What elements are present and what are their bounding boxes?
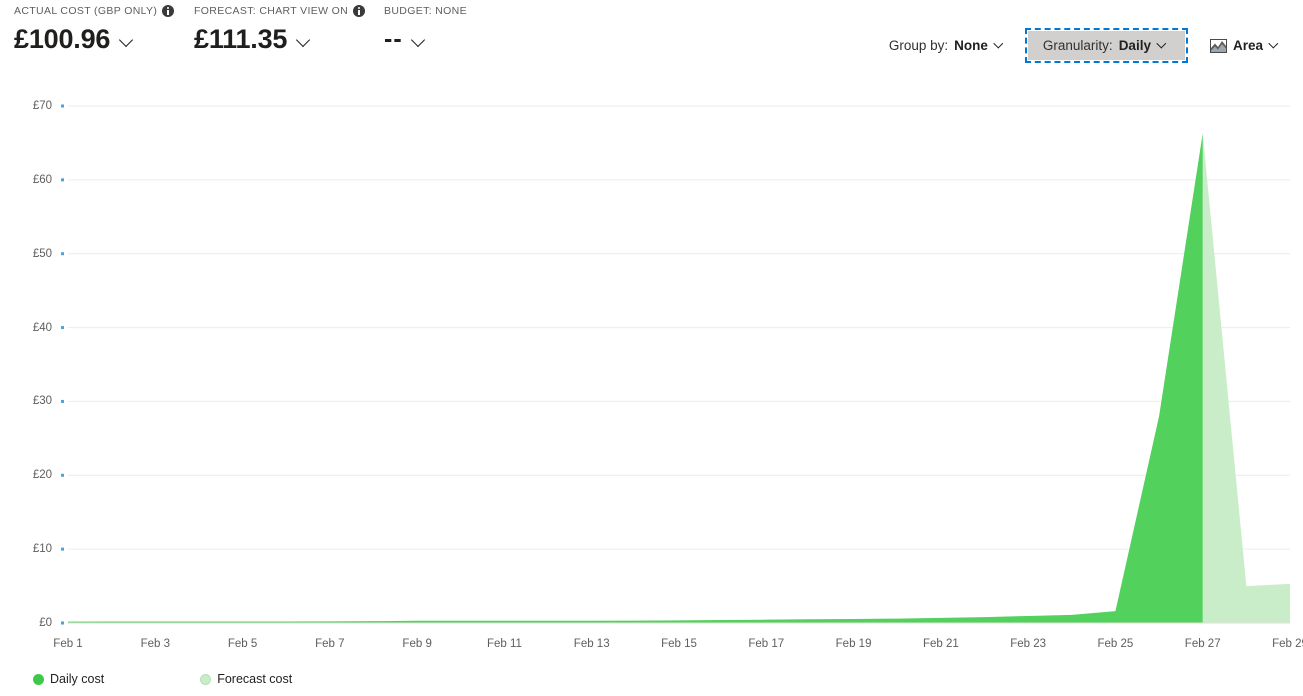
- x-axis-tick-label: Feb 15: [661, 638, 697, 650]
- y-axis-tick-label: £30: [32, 395, 52, 408]
- metric-actual-cost-value: £100.96: [14, 24, 111, 54]
- x-axis-tick-label: Feb 5: [227, 638, 258, 650]
- chart-type-value: Area: [1232, 38, 1263, 53]
- cost-chart: £0 £10 £20 £30 £40 £50 £60 £70 Feb 1 Feb 3 Feb 5 F…: [0, 72, 1303, 696]
- x-axis-tick-label: Feb 3: [140, 638, 170, 650]
- group-by-dropdown[interactable]: Group by: None: [880, 31, 1016, 60]
- chart-plot-area[interactable]: [0, 72, 1303, 652]
- chevron-down-icon[interactable]: [119, 33, 132, 46]
- chevron-down-icon: [1269, 39, 1282, 52]
- y-axis-tick-label: £40: [32, 321, 52, 334]
- x-axis-tick-label: Feb 23: [1010, 638, 1047, 650]
- metric-forecast-cost: FORECAST: CHART VIEW ON £111.35: [194, 4, 384, 55]
- metric-actual-cost-label: ACTUAL COST (GBP ONLY): [14, 4, 194, 18]
- y-axis-tick-label: £10: [32, 543, 52, 556]
- group-by-value: None: [954, 38, 988, 53]
- legend-item-forecast-cost[interactable]: Forecast cost: [200, 672, 292, 687]
- granularity-dropdown[interactable]: Granularity: Daily: [1024, 28, 1188, 63]
- x-axis-tick-label: Feb 7: [315, 638, 345, 650]
- legend-label-forecast-cost: Forecast cost: [217, 672, 293, 686]
- chart-gridlines: [68, 105, 1290, 624]
- metric-budget-label: BUDGET: NONE: [384, 4, 524, 18]
- y-axis-tick-label: £0: [39, 617, 52, 629]
- cost-analysis-header: ACTUAL COST (GBP ONLY) £100.96 FORECAST:…: [0, 0, 1303, 72]
- x-axis-tick-label: Feb 9: [402, 638, 432, 650]
- metric-actual-cost-label-text: ACTUAL COST (GBP ONLY): [14, 5, 158, 17]
- chart-controls: Group by: None Granularity: Daily Area: [880, 28, 1291, 63]
- metric-forecast-cost-value: £111.35: [194, 24, 288, 54]
- y-axis-tick-label: £50: [32, 247, 52, 260]
- chart-legend: Daily cost Forecast cost: [33, 672, 292, 687]
- x-axis-tick-label: Feb 29: [1272, 638, 1303, 650]
- x-axis-tick-label: Feb 19: [835, 638, 872, 650]
- metric-budget: BUDGET: NONE --: [384, 4, 524, 55]
- legend-swatch-daily-cost: [33, 674, 44, 685]
- x-axis-tick-label: Feb 21: [922, 638, 959, 650]
- chart-type-dropdown[interactable]: Area: [1201, 31, 1291, 60]
- y-axis-tick-label: £70: [32, 100, 52, 112]
- x-axis-tick-label: Feb 13: [573, 638, 610, 650]
- chart-axis-ticks: [61, 104, 64, 625]
- metric-forecast-cost-label-text: FORECAST: CHART VIEW ON: [194, 5, 349, 17]
- x-axis-tick-label: Feb 1: [53, 638, 83, 650]
- x-axis-tick-label: Feb 11: [486, 638, 522, 650]
- metric-budget-value: --: [384, 25, 403, 53]
- granularity-prefix: Granularity:: [1042, 38, 1113, 53]
- x-axis-tick-label: Feb 25: [1097, 638, 1134, 650]
- chevron-down-icon[interactable]: [296, 33, 309, 46]
- summary-metrics: ACTUAL COST (GBP ONLY) £100.96 FORECAST:…: [14, 4, 524, 55]
- group-by-prefix: Group by:: [888, 38, 949, 53]
- metric-budget-label-text: BUDGET: NONE: [384, 5, 467, 17]
- area-chart-icon: [1209, 38, 1227, 53]
- chevron-down-icon: [994, 39, 1007, 52]
- chevron-down-icon[interactable]: [412, 33, 425, 46]
- y-axis-tick-label: £60: [32, 173, 52, 186]
- legend-swatch-forecast-cost: [200, 674, 212, 685]
- info-circle-icon[interactable]: [162, 5, 175, 17]
- chevron-down-icon: [1157, 39, 1170, 52]
- info-circle-icon[interactable]: [353, 5, 366, 17]
- metric-forecast-cost-label: FORECAST: CHART VIEW ON: [194, 4, 384, 18]
- legend-label-daily-cost: Daily cost: [50, 672, 105, 686]
- metric-actual-cost-value-button[interactable]: £100.96: [14, 23, 194, 55]
- metric-budget-value-button[interactable]: --: [384, 23, 524, 55]
- x-axis-tick-label: Feb 17: [748, 638, 785, 650]
- y-axis-tick-label: £20: [32, 469, 52, 482]
- x-axis-tick-label: Feb 27: [1184, 638, 1221, 650]
- granularity-value: Daily: [1118, 38, 1151, 53]
- legend-item-daily-cost[interactable]: Daily cost: [33, 672, 104, 687]
- metric-actual-cost: ACTUAL COST (GBP ONLY) £100.96: [14, 4, 194, 55]
- metric-forecast-cost-value-button[interactable]: £111.35: [194, 23, 384, 55]
